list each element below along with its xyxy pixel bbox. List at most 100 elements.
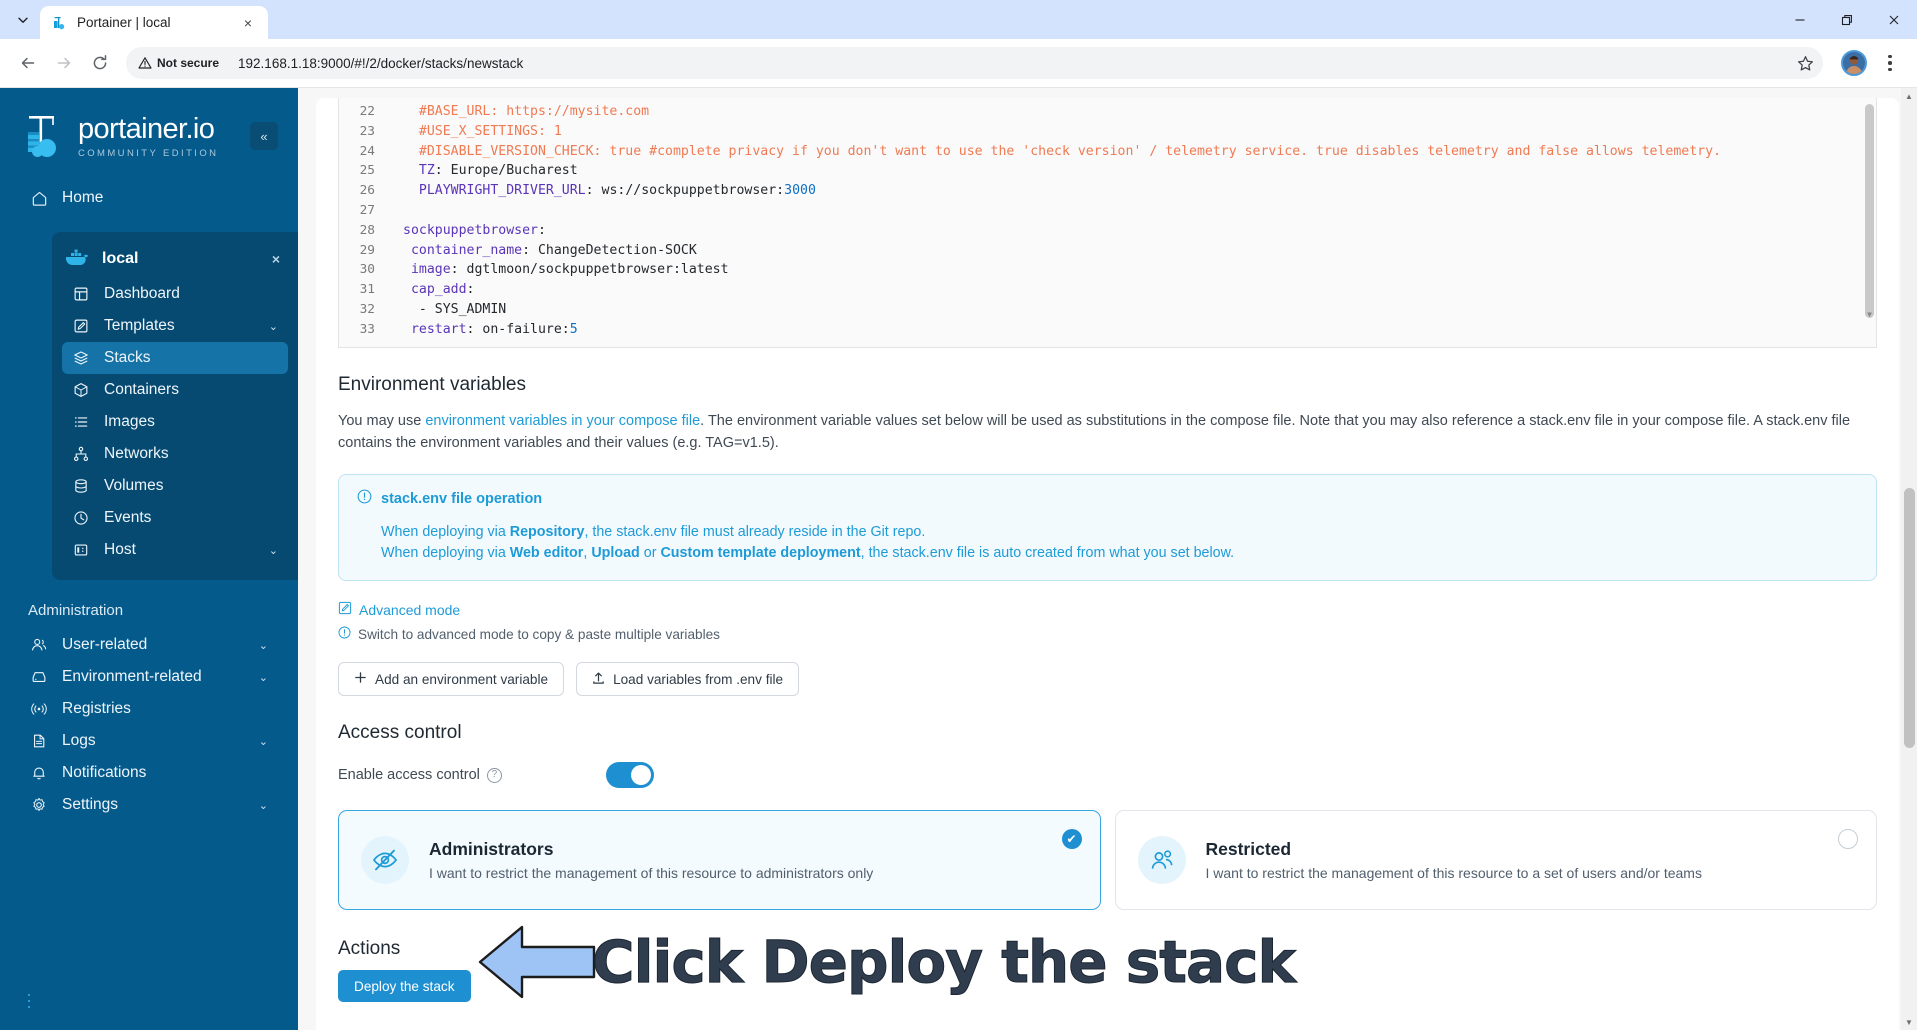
code-token: cap_add [403,282,467,298]
minimize-icon[interactable] [1776,0,1823,39]
code-token: : dgtlmoon/sockpuppetbrowser:latest [450,262,729,278]
load-env-file-button[interactable]: Load variables from .env file [576,662,800,696]
security-status-chip[interactable]: Not secure [130,50,228,76]
editor-scroll-down-icon[interactable]: ▼ [1865,305,1874,325]
back-icon[interactable] [12,47,44,79]
images-icon [72,413,90,431]
chevron-down-icon[interactable]: ⌄ [269,320,278,333]
page-scrollbar[interactable]: ▲ ▼ [1901,88,1917,1030]
sidebar-item-notifications-label: Notifications [62,764,147,781]
sidebar-item-user-related[interactable]: User-related ⌄ [18,629,280,661]
avatar[interactable] [1841,50,1867,76]
registries-icon [30,700,48,718]
sidebar-item-templates[interactable]: Templates ⌄ [62,310,288,342]
sidebar-item-environment-related[interactable]: Environment-related ⌄ [18,661,280,693]
code-row: 23 #USE_X_SETTINGS: 1 [339,121,1876,142]
sidebar-item-volumes[interactable]: Volumes [62,470,288,502]
sidebar-item-events[interactable]: Events [62,502,288,534]
browser-tab[interactable]: Portainer | local × [40,6,268,39]
env-var-buttons: Add an environment variable Load variabl… [338,662,1877,696]
editor-scrollbar-thumb[interactable] [1865,104,1874,318]
sidebar-item-containers[interactable]: Containers [62,374,288,406]
chevron-down-icon[interactable]: ⌄ [269,544,278,557]
forward-icon[interactable] [48,47,80,79]
load-env-file-label: Load variables from .env file [613,671,784,687]
line-number: 25 [339,161,387,182]
sidebar-item-stacks-label: Stacks [104,349,151,366]
chevron-down-icon[interactable]: ⌄ [259,671,268,684]
deploy-the-stack-button[interactable]: Deploy the stack [338,970,471,1002]
sidebar-item-notifications[interactable]: Notifications [18,757,280,789]
info-circle-icon [357,489,372,508]
enable-access-control-toggle[interactable] [606,762,654,788]
environment-close-icon[interactable]: × [272,251,284,267]
access-option-restricted[interactable]: Restricted I want to restrict the manage… [1114,810,1877,910]
networks-icon [72,445,90,463]
code-row: 25 TZ: Europe/Bucharest [339,161,1876,182]
sidebar-item-stacks[interactable]: Stacks [62,342,288,374]
chevron-down-icon[interactable]: ⌄ [259,639,268,652]
url-text[interactable]: 192.168.1.18:9000/#!/2/docker/stacks/new… [238,56,1791,71]
security-status-label: Not secure [157,56,220,70]
bookmark-star-icon[interactable] [1791,49,1819,77]
info-box-line-1: When deploying via Repository, the stack… [381,522,1858,543]
environment-name: local [102,250,139,267]
window-close-icon[interactable] [1870,0,1917,39]
sidebar-resize-grip[interactable] [28,994,30,1008]
browser-menu-icon[interactable] [1875,48,1905,78]
access-option-restricted-radio[interactable] [1838,829,1858,849]
compose-editor[interactable]: 22 #BASE_URL: https://mysite.com 23 #USE… [338,98,1877,348]
access-control-options: Administrators I want to restrict the ma… [338,810,1877,910]
chevron-down-icon[interactable]: ⌄ [259,799,268,812]
scroll-down-icon[interactable]: ▼ [1901,1014,1917,1030]
sidebar-item-home[interactable]: Home [18,182,280,214]
code-line: #BASE_URL: https://mysite.com [387,102,649,122]
chevron-down-icon[interactable]: ⌄ [259,735,268,748]
bell-icon [30,764,48,782]
env-vars-doc-link[interactable]: environment variables in your compose fi… [425,413,700,429]
sidebar-item-settings[interactable]: Settings ⌄ [18,789,280,821]
info-line1-bold: Repository [509,524,585,540]
address-bar[interactable]: Not secure 192.168.1.18:9000/#!/2/docker… [126,47,1823,79]
sidebar-item-logs[interactable]: Logs ⌄ [18,725,280,757]
tab-search-caret-icon[interactable] [6,5,40,35]
close-icon[interactable]: × [238,13,258,33]
volumes-icon [72,477,90,495]
enable-access-control-label-wrap: Enable access control ? [338,767,606,783]
actions-section: Actions Deploy the stack Click Deploy th… [338,925,1877,1028]
access-option-administrators[interactable]: Administrators I want to restrict the ma… [338,810,1101,910]
brand[interactable]: portainer.io COMMUNITY EDITION « [0,88,298,182]
editor-scrollbar[interactable]: ▼ [1865,102,1874,325]
code-line: image: dgtlmoon/sockpuppetbrowser:latest [387,260,729,280]
reload-icon[interactable] [84,47,116,79]
advanced-mode-label: Advanced mode [359,601,461,618]
sidebar-item-networks[interactable]: Networks [62,438,288,470]
access-option-administrators-radio[interactable]: ✔ [1061,829,1082,849]
administration-section-title: Administration [28,602,124,619]
environment-header[interactable]: local × [52,240,298,278]
advanced-mode-toggle[interactable]: Advanced mode [338,601,1877,618]
page-scrollbar-thumb[interactable] [1903,488,1915,748]
restore-icon[interactable] [1823,0,1870,39]
collapse-sidebar-button[interactable]: « [250,122,278,150]
add-environment-variable-button[interactable]: Add an environment variable [338,662,565,696]
add-environment-variable-label: Add an environment variable [375,671,549,687]
code-token: : ws://sockpuppetbrowser: [585,183,785,199]
line-number: 33 [339,319,387,340]
info-circle-icon [338,626,351,642]
sidebar-item-registries[interactable]: Registries [18,693,280,725]
sidebar-item-images-label: Images [104,413,155,430]
code-row: 32 - SYS_ADMIN [339,299,1876,320]
sidebar-item-containers-label: Containers [104,381,179,398]
info-line2-bold3: Custom template deployment [660,545,861,561]
sidebar-item-images[interactable]: Images [62,406,288,438]
scroll-up-icon[interactable]: ▲ [1901,88,1917,104]
sidebar-item-dashboard[interactable]: Dashboard [62,278,288,310]
code-line: - SYS_ADMIN [387,300,506,320]
question-circle-icon[interactable]: ? [486,767,502,783]
home-icon [30,189,48,207]
info-box-line-2: When deploying via Web editor, Upload or… [381,543,1858,564]
sidebar-item-host[interactable]: Host ⌄ [62,534,288,566]
app-shell: portainer.io COMMUNITY EDITION « Home lo… [0,88,1917,1030]
info-line2-bold2: Upload [591,545,640,561]
